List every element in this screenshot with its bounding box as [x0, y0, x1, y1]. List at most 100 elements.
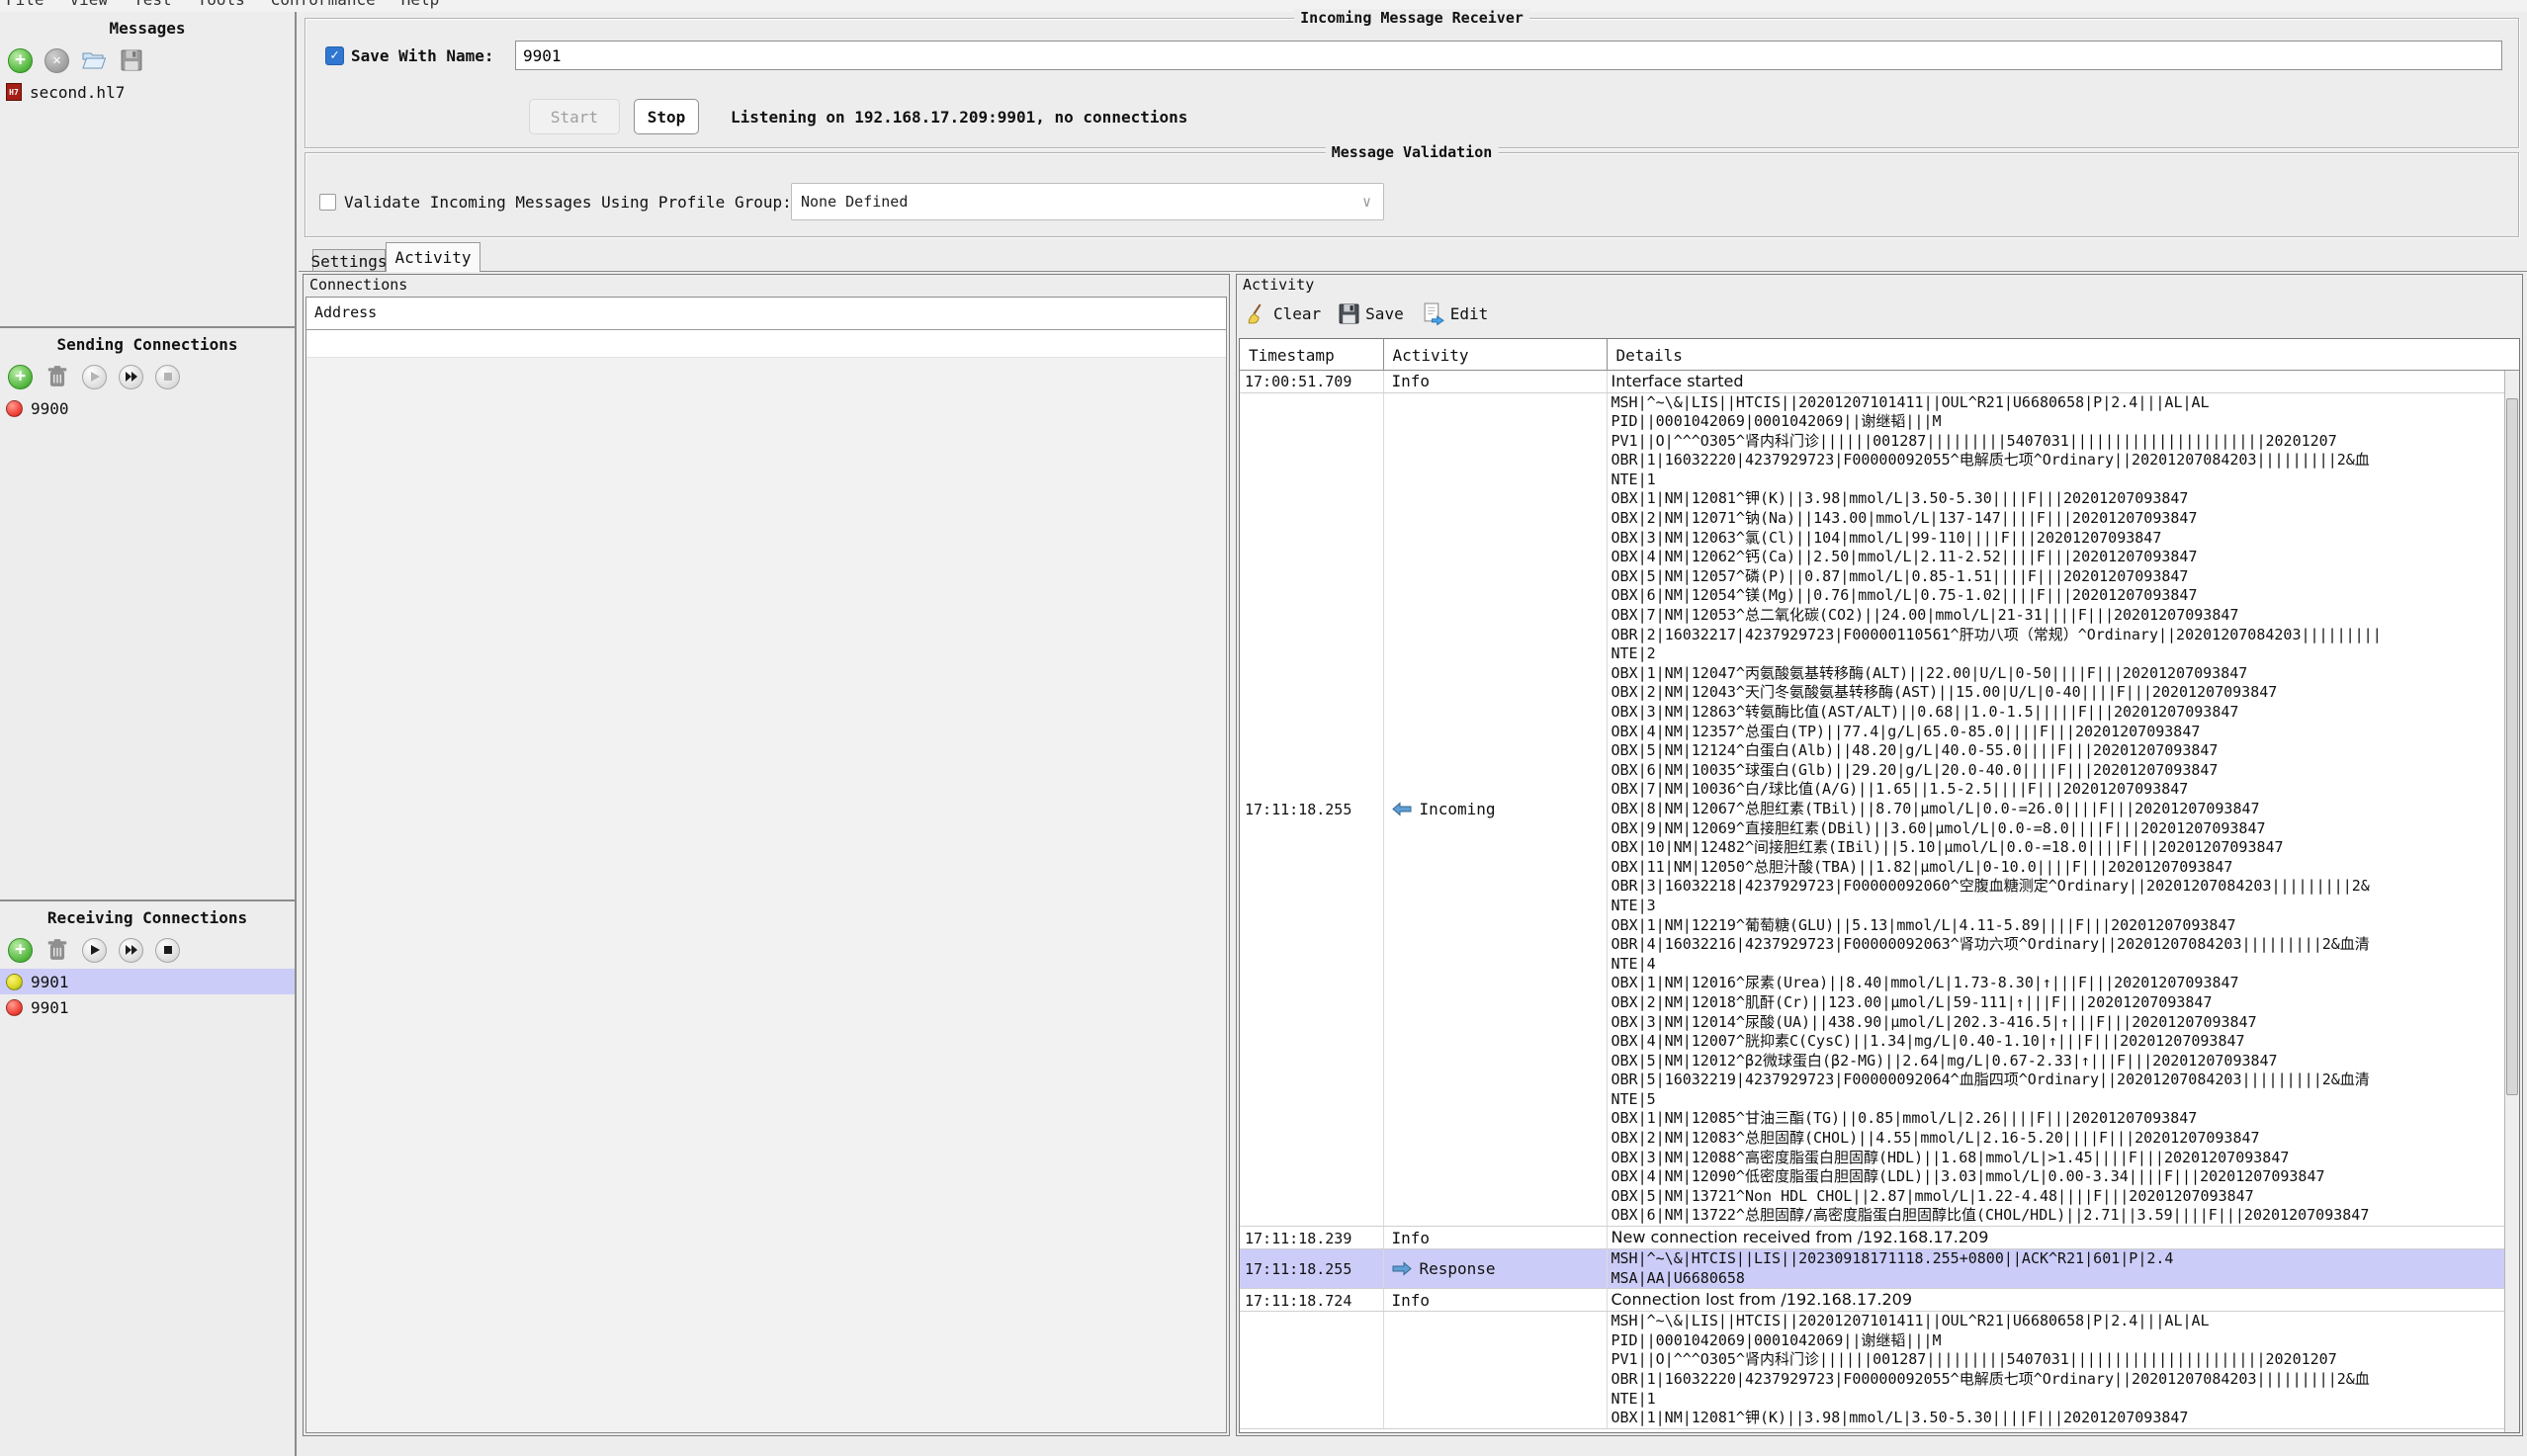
- details-line: PID||0001042069|0001042069||谢继韬|||M: [1608, 1331, 2520, 1351]
- timestamp-cell: 17:11:18.724: [1240, 1289, 1383, 1312]
- save-name-input[interactable]: [515, 41, 2502, 70]
- activity-type-label: Incoming: [1420, 800, 1496, 818]
- stop-receiver-icon[interactable]: [155, 938, 180, 963]
- details-line: OBX|9|NM|12069^直接胆红素(DBil)||3.60|μmol/L|…: [1608, 819, 2520, 839]
- start-connection-icon[interactable]: [82, 365, 107, 389]
- messages-toolbar: + ✕: [0, 38, 295, 79]
- sending-toolbar: +: [0, 354, 295, 395]
- activity-type-label: Info: [1392, 372, 1431, 390]
- menu-item-view[interactable]: View: [70, 0, 109, 9]
- connection-status-icon: [6, 999, 23, 1016]
- details-line: OBX|1|NM|12047^丙氨酸氨基转移酶(ALT)||22.00|U/L|…: [1608, 664, 2520, 684]
- sidebar: Messages + ✕ H7second.hl7 Sending Connec…: [0, 12, 297, 1456]
- list-item-label: 9901: [31, 998, 69, 1017]
- details-line: NTE|5: [1608, 1090, 2520, 1110]
- details-line: OBX|3|NM|12863^转氨酶比值(AST/ALT)||0.68||1.0…: [1608, 703, 2520, 723]
- main-area: Incoming Message Receiver ✓ Save With Na…: [299, 12, 2527, 1456]
- activity-row[interactable]: 17:11:18.724InfoConnection lost from /19…: [1240, 1289, 2519, 1312]
- receiving-connections-panel: Receiving Connections + 99019901: [0, 899, 295, 1020]
- timestamp-cell: [1240, 1312, 1383, 1429]
- add-message-icon[interactable]: +: [8, 48, 33, 73]
- tab-settings[interactable]: Settings: [312, 249, 386, 272]
- message-file-item[interactable]: H7second.hl7: [0, 79, 295, 105]
- details-line: PV1||O|^^^O305^肾内科门诊||||||001287||||||||…: [1608, 1350, 2520, 1370]
- start-receiver-icon[interactable]: [82, 938, 107, 963]
- details-column-header[interactable]: Details: [1607, 339, 2519, 370]
- remove-message-icon[interactable]: ✕: [44, 48, 69, 73]
- details-line: OBR|1|16032220|4237929723|F00000092055^电…: [1608, 1370, 2520, 1390]
- timestamp-cell: 17:00:51.709: [1240, 370, 1383, 392]
- details-line: OBX|10|NM|12482^间接胆红素(IBil)||5.10|μmol/L…: [1608, 838, 2520, 858]
- receiving-connection-item[interactable]: 9901: [0, 994, 295, 1020]
- details-line: OBX|5|NM|12057^磷(P)||0.87|mmol/L|0.85-1.…: [1608, 567, 2520, 587]
- save-with-name-row: ✓ Save With Name:: [325, 41, 2508, 70]
- save-message-icon[interactable]: [119, 47, 144, 73]
- validate-checkbox[interactable]: [319, 194, 336, 211]
- profile-group-dropdown[interactable]: None Defined ∨: [791, 183, 1384, 220]
- details-line: OBX|3|NM|12088^高密度脂蛋白胆固醇(HDL)||1.68|mmol…: [1608, 1149, 2520, 1168]
- open-folder-icon[interactable]: [81, 47, 107, 73]
- trash-icon[interactable]: [44, 937, 70, 963]
- activity-toolbar: Clear Save Edit: [1245, 299, 1488, 328]
- details-line: NTE|2: [1608, 644, 2520, 664]
- save-label: Save: [1365, 304, 1404, 323]
- details-line: OBR|4|16032216|4237929723|F00000092063^肾…: [1608, 935, 2520, 955]
- save-with-name-checkbox[interactable]: ✓: [325, 46, 344, 65]
- vertical-scrollbar[interactable]: [2504, 371, 2519, 1432]
- add-receiver-icon[interactable]: +: [8, 938, 33, 963]
- activity-cell: Info: [1383, 1289, 1607, 1312]
- listening-status-text: Listening on 192.168.17.209:9901, no con…: [731, 108, 1187, 127]
- broom-icon: [1245, 302, 1267, 325]
- trash-icon[interactable]: [44, 364, 70, 389]
- details-line: MSH|^~\&|LIS||HTCIS||20201207101411||OUL…: [1608, 393, 2520, 413]
- details-line: MSH|^~\&|LIS||HTCIS||20201207101411||OUL…: [1608, 1312, 2520, 1331]
- receiving-connection-item[interactable]: 9901: [0, 969, 295, 994]
- start-all-connections-icon[interactable]: [119, 365, 143, 389]
- details-line: NTE|1: [1608, 471, 2520, 490]
- activity-row[interactable]: 17:11:18.255 Incoming MSH|^~\&|LIS||HTCIS|…: [1240, 392, 2519, 1227]
- stop-connection-icon[interactable]: [155, 365, 180, 389]
- messages-panel: Messages + ✕ H7second.hl7: [0, 12, 295, 105]
- save-activity-button[interactable]: Save: [1339, 303, 1404, 324]
- details-line: OBX|11|NM|12050^总胆汁酸(TBA)||1.82|μmol/L|0…: [1608, 858, 2520, 878]
- start-all-receivers-icon[interactable]: [119, 938, 143, 963]
- menu-item-help[interactable]: Help: [401, 0, 440, 9]
- activity-row[interactable]: MSH|^~\&|LIS||HTCIS||20201207101411||OUL…: [1240, 1312, 2519, 1429]
- incoming-arrow-icon: [1392, 802, 1412, 816]
- details-line: OBR|1|16032220|4237929723|F00000092055^电…: [1608, 451, 2520, 471]
- details-line: OBX|8|NM|12067^总胆红素(TBil)||8.70|μmol/L|0…: [1608, 800, 2520, 819]
- edit-activity-button[interactable]: Edit: [1422, 302, 1489, 325]
- timestamp-cell: 17:11:18.255: [1240, 1249, 1383, 1289]
- edit-label: Edit: [1450, 304, 1489, 323]
- add-connection-icon[interactable]: +: [8, 365, 33, 389]
- details-line: OBR|2|16032217|4237929723|F00000110561^肝…: [1608, 626, 2520, 645]
- clear-button[interactable]: Clear: [1245, 302, 1321, 325]
- messages-list: H7second.hl7: [0, 79, 295, 105]
- menu-item-file[interactable]: File: [6, 0, 44, 9]
- menu-item-conformance[interactable]: Conformance: [271, 0, 376, 9]
- details-line: OBX|2|NM|12083^总胆固醇(CHOL)||4.55|mmol/L|2…: [1608, 1129, 2520, 1149]
- stop-button[interactable]: Stop: [634, 99, 699, 134]
- sending-connection-item[interactable]: 9900: [0, 395, 295, 421]
- address-column-header[interactable]: Address: [306, 298, 1226, 330]
- activity-row[interactable]: 17:00:51.709InfoInterface started: [1240, 370, 2519, 392]
- details-line: NTE|4: [1608, 955, 2520, 975]
- activity-row[interactable]: 17:11:18.239InfoNew connection received …: [1240, 1227, 2519, 1249]
- validation-row: Validate Incoming Messages Using Profile…: [319, 183, 2508, 220]
- tab-activity[interactable]: Activity: [386, 242, 480, 272]
- profile-group-value: None Defined: [801, 193, 908, 211]
- activity-cell: Incoming: [1383, 392, 1607, 1227]
- activity-column-header[interactable]: Activity: [1383, 339, 1607, 370]
- activity-table: Timestamp Activity Details 17:00:51.709 I…: [1239, 338, 2520, 1433]
- activity-row[interactable]: 17:11:18.255ResponseMSH|^~\&|HTCIS||LIS|…: [1240, 1249, 2519, 1289]
- hl7-file-icon: H7: [6, 83, 22, 101]
- scrollbar-thumb[interactable]: [2506, 398, 2518, 1095]
- details-line: OBX|2|NM|12071^钠(Na)||143.00|mmol/L|137-…: [1608, 509, 2520, 529]
- start-button[interactable]: Start: [529, 99, 620, 134]
- timestamp-cell: 17:11:18.255: [1240, 392, 1383, 1227]
- menu-item-tools[interactable]: Tools: [198, 0, 245, 9]
- details-line: MSH|^~\&|HTCIS||LIS||20230918171118.255+…: [1608, 1249, 2520, 1269]
- menu-item-test[interactable]: Test: [133, 0, 172, 9]
- details-cell: MSH|^~\&|LIS||HTCIS||20201207101411||OUL…: [1607, 1312, 2519, 1429]
- timestamp-column-header[interactable]: Timestamp: [1240, 339, 1383, 370]
